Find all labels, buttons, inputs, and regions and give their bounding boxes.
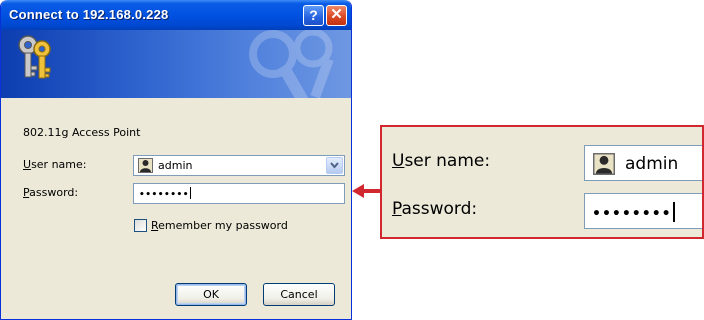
password-label: Password: (23, 186, 78, 199)
password-label-text: assword: (29, 186, 79, 199)
login-dialog: Connect to 192.168.0.228 ? ✕ 802.11g Acc… (0, 0, 352, 320)
remember-password-checkbox[interactable] (134, 219, 147, 232)
zoom-password-label-text: assword: (401, 199, 478, 219)
zoom-user-name-label: User name: (392, 151, 490, 171)
realm-text: 802.11g Access Point (23, 126, 141, 139)
user-icon (593, 153, 615, 175)
zoom-user-name-label-text: ser name: (404, 151, 491, 171)
password-field[interactable]: •••••••• (133, 183, 345, 204)
zoom-password-masked-text: •••••••• (592, 206, 672, 222)
zoom-text-caret (672, 202, 675, 222)
user-icon (138, 158, 153, 173)
title-bar[interactable]: Connect to 192.168.0.228 ? ✕ (1, 0, 351, 30)
remember-label-text: emember my password (158, 219, 288, 232)
keys-watermark-icon (249, 30, 334, 98)
keys-icon (18, 35, 51, 79)
zoom-password-label: Password: (392, 199, 477, 219)
user-name-combo[interactable]: admin (133, 155, 345, 176)
user-name-label: User name: (23, 158, 86, 171)
arrow-left-icon (352, 184, 380, 198)
user-name-mnemonic: U (23, 158, 32, 171)
close-button[interactable]: ✕ (326, 5, 347, 26)
password-value: •••••••• (139, 187, 192, 200)
chevron-down-icon (330, 162, 339, 169)
text-caret (190, 187, 192, 199)
zoom-password-field: •••••••• (584, 193, 702, 229)
zoom-callout: User name: admin Password: •••••••• (380, 125, 704, 239)
zoom-user-name-mnemonic: U (392, 151, 405, 171)
user-name-value: admin (158, 159, 193, 172)
password-masked-text: •••••••• (139, 190, 190, 200)
help-button[interactable]: ? (303, 5, 324, 26)
zoom-password-mnemonic: P (392, 199, 402, 219)
cancel-button[interactable]: Cancel (263, 283, 335, 306)
ok-button[interactable]: OK (175, 283, 247, 306)
zoom-user-name-value: admin (625, 154, 679, 174)
remember-password-label[interactable]: Remember my password (151, 219, 288, 232)
banner (1, 30, 351, 98)
dialog-title: Connect to 192.168.0.228 (9, 7, 169, 22)
zoom-password-value: •••••••• (592, 202, 675, 222)
zoom-user-name-field: admin (584, 145, 702, 181)
user-name-dropdown-button[interactable] (326, 157, 343, 174)
user-name-label-text: ser name: (31, 158, 87, 171)
